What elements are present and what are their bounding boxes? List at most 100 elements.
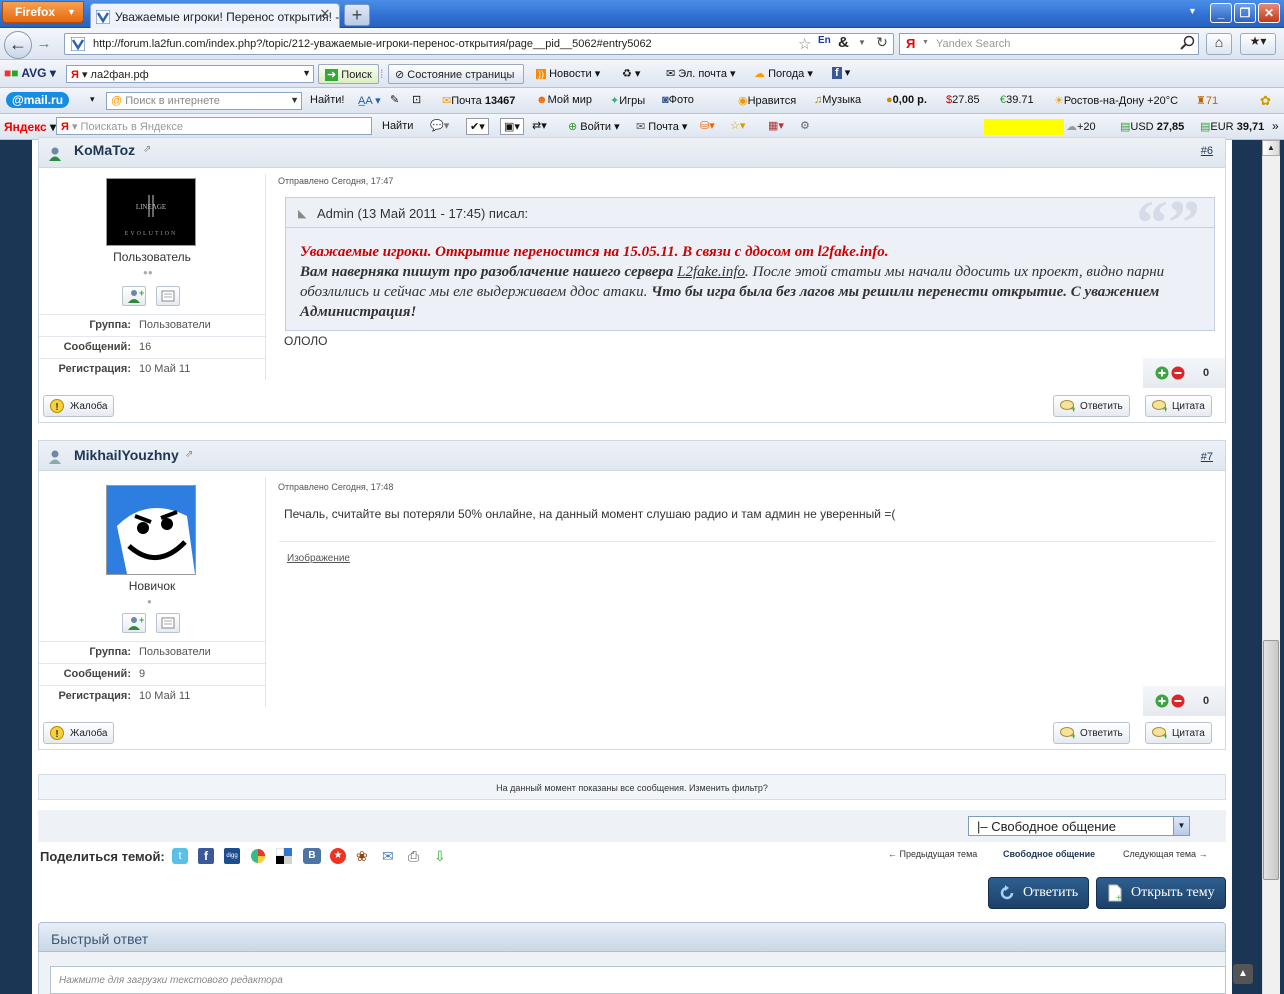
new-tab-button[interactable]: +	[344, 4, 370, 26]
report-button[interactable]: ! Жалоба	[43, 395, 115, 417]
twitter-icon[interactable]: t	[172, 848, 188, 864]
send-message-button[interactable]	[156, 613, 180, 633]
google-buzz-icon[interactable]	[250, 848, 266, 864]
settings-gear-icon[interactable]: ✿	[1260, 93, 1271, 109]
photo-link[interactable]: ◙Фото	[662, 94, 694, 106]
yandex-weather[interactable]: ☁+20	[1066, 120, 1096, 133]
add-friend-button[interactable]: +	[122, 286, 146, 306]
facebook-share-icon[interactable]: f	[198, 848, 214, 864]
mailru-mail-link[interactable]: ✉Почта 13467	[442, 94, 515, 107]
favorites-icon[interactable]: ☆▾	[730, 119, 745, 132]
quote-button[interactable]: + Цитата	[1145, 722, 1212, 744]
vkontakte-icon[interactable]: B	[303, 848, 321, 864]
chevron-down-icon[interactable]: ▼	[1173, 817, 1189, 835]
next-topic-link[interactable]: Следующая тема →	[1123, 849, 1208, 859]
music-link[interactable]: ♫Музыка	[814, 94, 861, 106]
balance-link[interactable]: ●0,00 р.	[886, 94, 927, 106]
reload-icon[interactable]: ↻	[872, 34, 892, 54]
ampersand-icon[interactable]: &	[838, 34, 849, 51]
facebook-icon[interactable]: f ▾	[832, 66, 850, 79]
weather-link[interactable]: ☀Ростов-на-Дону +20°C	[1054, 94, 1178, 107]
rep-plus-icon[interactable]	[1155, 694, 1169, 708]
page-status-button[interactable]: ⊘ Состояние страницы	[388, 64, 524, 84]
email-share-icon[interactable]: ✉	[382, 848, 394, 865]
back-button[interactable]: ←	[4, 31, 32, 59]
fotki-icon[interactable]: ⛁▾	[700, 119, 715, 132]
signature-image-link[interactable]: Изображение	[287, 553, 350, 564]
post-number[interactable]: #6	[1201, 145, 1213, 157]
weather-menu[interactable]: ☁ Погода ▾	[754, 67, 813, 80]
search-icon[interactable]	[1180, 35, 1196, 51]
books-icon[interactable]: ▦▾	[768, 119, 784, 132]
scrollbar-thumb[interactable]	[1263, 640, 1279, 880]
quote-button[interactable]: + Цитата	[1145, 395, 1212, 417]
mailru-find-button[interactable]: Найти!	[310, 94, 344, 106]
post-author[interactable]: KoMaToz	[74, 142, 135, 158]
browser-search-input[interactable]: Я ▼ Yandex Search	[899, 33, 1199, 55]
language-icon[interactable]: En	[818, 35, 831, 46]
odnoklassniki-star-icon[interactable]: ★	[330, 848, 346, 864]
add-friend-button[interactable]: +	[122, 613, 146, 633]
profile-link-icon[interactable]: ⇗	[143, 144, 151, 155]
avatar[interactable]	[106, 485, 196, 575]
yandex-usd[interactable]: ▤USD 27,85	[1120, 120, 1184, 133]
points-link[interactable]: ♜71	[1196, 94, 1218, 107]
prev-topic-link[interactable]: ← Предыдущая тема	[888, 849, 977, 859]
translate-icon[interactable]: ▣▾	[500, 118, 524, 135]
current-forum-link[interactable]: Свободное общение	[1003, 849, 1095, 859]
home-icon[interactable]: ⌂	[1206, 33, 1232, 55]
email-menu[interactable]: ✉ Эл. почта ▾	[666, 67, 736, 80]
rep-minus-icon[interactable]	[1171, 366, 1185, 380]
close-window-button[interactable]: ✕	[1258, 3, 1280, 23]
forward-button[interactable]: →	[34, 35, 54, 55]
quote-link[interactable]: L2fake.info	[677, 264, 745, 280]
new-topic-button[interactable]: + Открыть тему	[1096, 877, 1226, 909]
list-tabs-icon[interactable]: ▼	[1188, 6, 1197, 16]
refresh-feed-icon[interactable]: ♻ ▾	[622, 67, 640, 80]
send-message-button[interactable]	[156, 286, 180, 306]
tab-close-icon[interactable]: ✕	[316, 6, 334, 22]
login-menu[interactable]: ⊕ Войти ▾	[568, 120, 620, 133]
mailru-logo[interactable]: @mail.ru	[6, 92, 70, 108]
bookmark-star-icon[interactable]: ☆	[798, 35, 811, 53]
filter-text[interactable]: На данный момент показаны все сообщения.…	[496, 783, 768, 793]
mailru-search-input[interactable]: @ Поиск в интернете ▼	[106, 92, 302, 110]
yandex-search-input[interactable]: Я ▾ Поискать в Яндексе	[56, 117, 372, 135]
zoom-icon[interactable]: ⊡	[412, 93, 421, 106]
likes-link[interactable]: ◉Нравится	[738, 94, 796, 107]
yandex-logo[interactable]: Яндекс ▾	[4, 120, 56, 134]
my-world-link[interactable]: ☻Мой мир	[536, 94, 592, 106]
mailru-menu-icon[interactable]: ▾	[90, 94, 95, 105]
download-icon[interactable]: ⇩	[434, 848, 446, 865]
toolbar-overflow-icon[interactable]: »	[1272, 119, 1279, 133]
forum-select[interactable]: |– Свободное общение ▼	[968, 816, 1190, 836]
digg-icon[interactable]: digg	[224, 848, 240, 864]
add-reply-button[interactable]: Ответить	[988, 877, 1090, 909]
delicious-icon[interactable]	[276, 848, 292, 864]
yandex-settings-icon[interactable]: ⚙	[800, 119, 810, 132]
bookmarks-button[interactable]: ★▾	[1240, 33, 1276, 55]
rep-minus-icon[interactable]	[1171, 694, 1185, 708]
font-size-icon[interactable]: A̲A ▾	[358, 94, 381, 107]
yandex-mail-menu[interactable]: ✉ Почта ▾	[636, 120, 687, 133]
reply-button[interactable]: + Ответить	[1053, 722, 1130, 744]
news-menu[interactable]: )) Новости ▾	[536, 67, 600, 80]
spellcheck-icon[interactable]: ✔▾	[466, 118, 489, 135]
yandex-eur[interactable]: ▤EUR 39,71	[1200, 120, 1264, 133]
scroll-up-arrow-icon[interactable]: ▲	[1262, 140, 1280, 156]
maximize-button[interactable]: ❐	[1234, 3, 1256, 23]
post-number[interactable]: #7	[1201, 451, 1213, 463]
tab-active[interactable]: Уважаемые игроки! Перенос открытия! - ..…	[90, 3, 340, 29]
games-link[interactable]: ✦Игры	[610, 94, 645, 107]
avatar[interactable]: LINEAGE EVOLUTION	[106, 178, 196, 246]
back-to-top-icon[interactable]: ▲	[1233, 964, 1253, 984]
highlight-icon[interactable]: ✎	[390, 93, 399, 106]
profile-link-icon[interactable]: ⇗	[185, 449, 193, 460]
firefox-menu-button[interactable]: Firefox ▼	[2, 1, 84, 23]
minimize-button[interactable]: _	[1210, 3, 1232, 23]
reply-button[interactable]: + Ответить	[1053, 395, 1130, 417]
eur-rate[interactable]: €39.71	[1000, 94, 1034, 106]
url-bar[interactable]: http://forum.la2fun.com/index.php?/topic…	[64, 33, 894, 55]
chat-icon[interactable]: 💬▾	[430, 119, 449, 132]
avg-search-input[interactable]: Я ▾ ла2фан.рф ▼	[66, 65, 314, 83]
